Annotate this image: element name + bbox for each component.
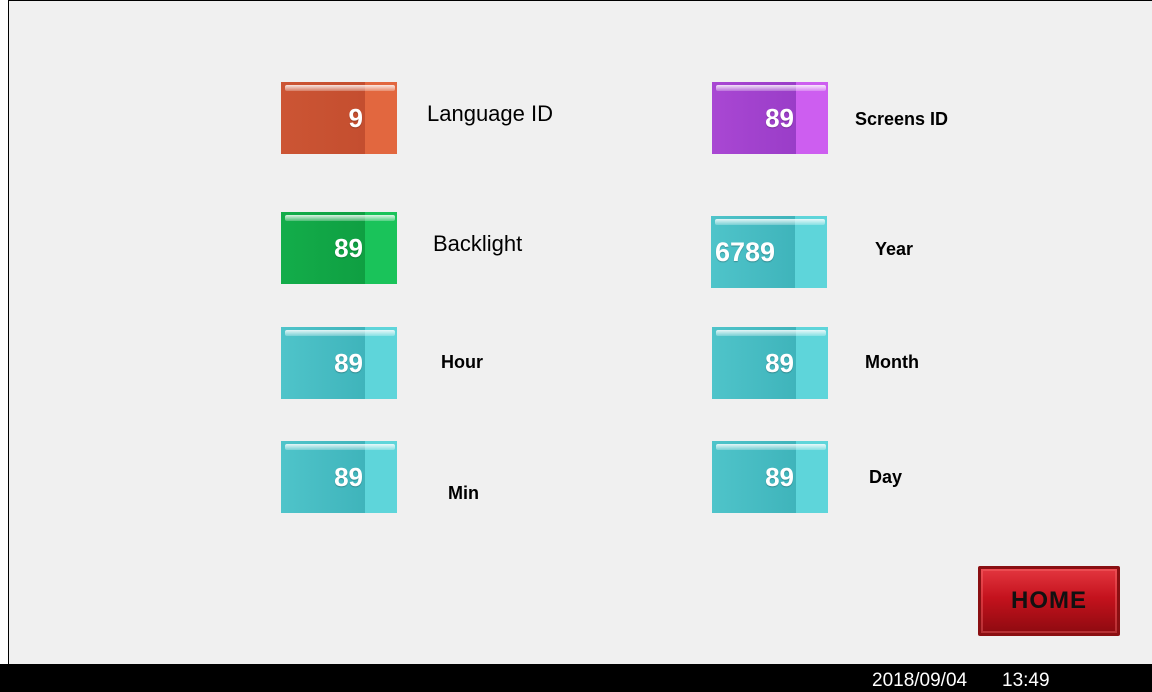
month-value: 89 (765, 348, 794, 378)
screens-id-value-box[interactable]: 89 (712, 82, 828, 154)
year-value-box[interactable]: 6789 (711, 216, 827, 288)
screens-id-value: 89 (765, 103, 794, 133)
month-value-box[interactable]: 89 (712, 327, 828, 399)
language-id-label: Language ID (427, 101, 553, 126)
status-bar: 2018/09/04 13:49 (0, 664, 1152, 692)
status-time: 13:49 (1002, 670, 1050, 691)
backlight-label: Backlight (433, 231, 523, 256)
hour-value: 89 (334, 348, 363, 378)
language-id-value: 9 (348, 103, 363, 133)
year-label: Year (875, 239, 914, 259)
day-value: 89 (765, 462, 794, 492)
backlight-value: 89 (334, 233, 363, 263)
day-label: Day (869, 467, 903, 487)
home-button[interactable]: HOME (978, 566, 1120, 636)
backlight-value-box[interactable]: 89 (281, 212, 397, 284)
home-button-label: HOME (1011, 587, 1087, 614)
screens-id-label: Screens ID (855, 109, 949, 129)
status-date: 2018/09/04 (872, 670, 968, 691)
year-value: 6789 (715, 237, 776, 267)
hmi-screen: 9 Language ID 89 Screens ID 89 Backlight… (8, 0, 1152, 664)
month-label: Month (865, 352, 919, 372)
min-label: Min (448, 483, 479, 503)
min-value: 89 (334, 462, 363, 492)
language-id-value-box[interactable]: 9 (281, 82, 397, 154)
hour-label: Hour (441, 352, 483, 372)
day-value-box[interactable]: 89 (712, 441, 828, 513)
min-value-box[interactable]: 89 (281, 441, 397, 513)
hour-value-box[interactable]: 89 (281, 327, 397, 399)
